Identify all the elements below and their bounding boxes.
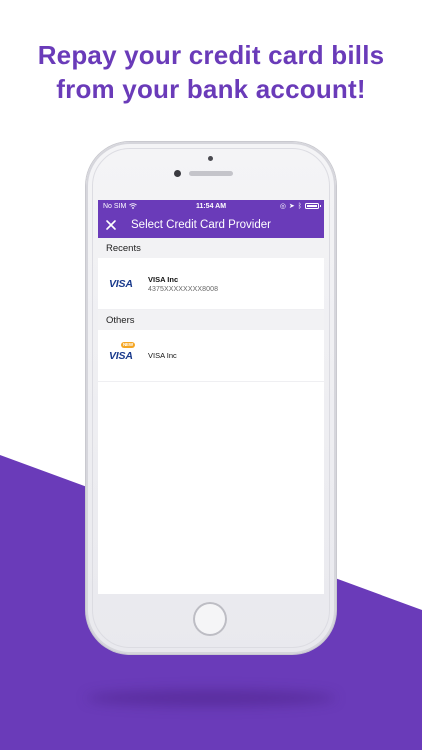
headline-line-1: Repay your credit card bills — [37, 40, 385, 70]
visa-logo-with-badge: VISA NEW — [109, 341, 139, 362]
visa-logo: VISA — [109, 277, 133, 290]
phone-frame: No SIM 11:54 AM ◎ ➤ ᛒ Select Credit Card… — [86, 142, 336, 654]
battery-icon — [305, 203, 321, 209]
visa-logo-text: VISA — [109, 349, 133, 362]
new-badge: NEW — [121, 341, 135, 348]
list-item-other-visa[interactable]: VISA NEW VISA Inc — [98, 330, 324, 382]
close-icon[interactable] — [105, 219, 117, 231]
home-button[interactable] — [193, 602, 227, 636]
earpiece-speaker — [189, 171, 233, 176]
card-number: 4375XXXXXXXX8008 — [148, 285, 219, 293]
provider-name: VISA Inc — [148, 274, 179, 284]
section-header-others: Others — [98, 310, 324, 330]
status-bar: No SIM 11:54 AM ◎ ➤ ᛒ — [98, 200, 324, 212]
headline: Repay your credit card bills from your b… — [0, 38, 422, 106]
sensor-dot — [208, 156, 213, 161]
phone-shadow — [86, 690, 336, 706]
list-item-recent-visa[interactable]: VISA VISA Inc 4375XXXXXXXX8008 — [98, 258, 324, 310]
front-camera — [174, 170, 181, 177]
provider-name: VISA Inc — [148, 351, 177, 360]
phone-screen: No SIM 11:54 AM ◎ ➤ ᛒ Select Credit Card… — [98, 200, 324, 594]
headline-line-2: from your bank account! — [56, 74, 366, 104]
page-title: Select Credit Card Provider — [131, 219, 271, 231]
status-time: 11:54 AM — [195, 202, 227, 210]
section-header-recents: Recents — [98, 238, 324, 258]
app-bar: Select Credit Card Provider — [98, 212, 324, 238]
